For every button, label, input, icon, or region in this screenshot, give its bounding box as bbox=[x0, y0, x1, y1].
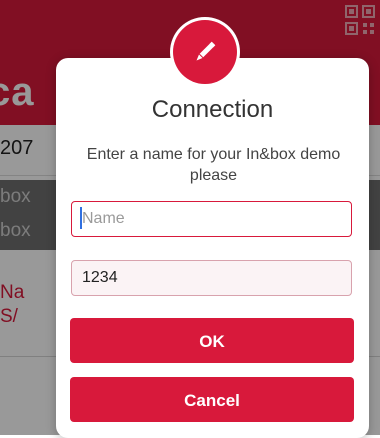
code-input[interactable] bbox=[71, 260, 352, 296]
dialog-title: Connection bbox=[151, 96, 274, 123]
name-input[interactable] bbox=[71, 201, 352, 237]
cancel-button[interactable]: Cancel bbox=[70, 377, 354, 422]
pencil-icon-badge bbox=[173, 20, 237, 84]
ok-button[interactable]: OK bbox=[70, 318, 354, 363]
text-cursor bbox=[80, 207, 82, 229]
pencil-icon bbox=[196, 41, 216, 61]
dialog-message: Enter a name for your In&box demo please bbox=[86, 146, 341, 184]
